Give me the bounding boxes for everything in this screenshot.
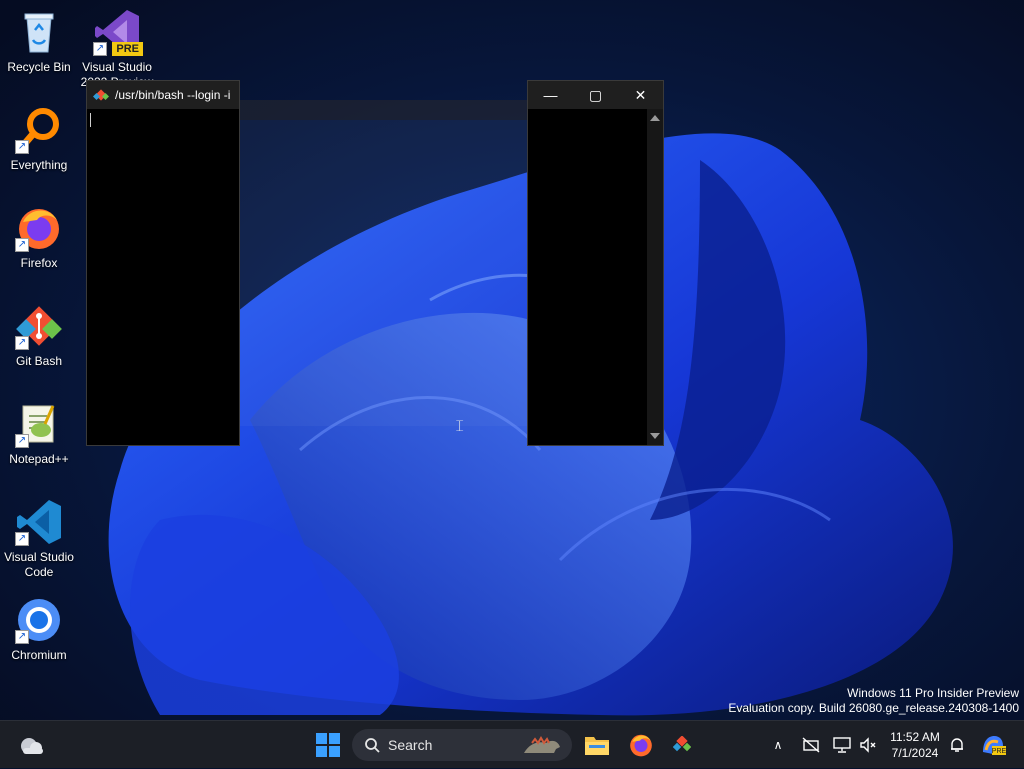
window-title: /usr/bin/bash --login -i xyxy=(115,88,231,102)
desktop-icon-chromium[interactable]: ↗ Chromium xyxy=(1,596,77,663)
window-ghost-titlebar xyxy=(240,100,527,120)
shortcut-arrow-icon: ↗ xyxy=(15,238,29,252)
svg-text:PRE: PRE xyxy=(992,748,1006,755)
minimize-icon: — xyxy=(543,87,558,103)
shortcut-arrow-icon: ↗ xyxy=(93,42,107,56)
maximize-icon: ▢ xyxy=(588,86,603,103)
display-button[interactable] xyxy=(830,721,854,769)
taskbar-firefox[interactable] xyxy=(624,721,658,769)
window-titlebar[interactable]: /usr/bin/bash --login -i xyxy=(87,81,239,109)
search-label: Search xyxy=(388,737,433,753)
desktop-icon-notepad-plus-plus[interactable]: ↗ Notepad++ xyxy=(1,400,77,467)
shortcut-arrow-icon: ↗ xyxy=(15,434,29,448)
git-bash-icon xyxy=(673,736,691,752)
shortcut-arrow-icon: ↗ xyxy=(15,532,29,546)
weather-widget-button[interactable] xyxy=(12,721,52,769)
monitor-icon xyxy=(833,737,851,753)
recycle-bin-icon xyxy=(24,13,54,53)
git-bash-window-icon xyxy=(93,89,109,101)
window-ghost-area xyxy=(240,120,527,426)
desktop-icon-git-bash[interactable]: ↗ Git Bash xyxy=(1,302,77,369)
watermark-line-2: Evaluation copy. Build 26080.ge_release.… xyxy=(728,701,1019,715)
desktop-icon-label: Visual Studio Code xyxy=(4,550,74,579)
desktop-icon-everything[interactable]: ↗ Everything xyxy=(1,106,77,173)
notifications-button[interactable] xyxy=(946,721,968,769)
vertical-scrollbar[interactable] xyxy=(647,109,663,445)
taskbar-file-explorer[interactable] xyxy=(580,721,614,769)
close-button[interactable]: ✕ xyxy=(618,81,663,109)
taskbar-git-bash[interactable] xyxy=(668,721,696,769)
show-hidden-icons-button[interactable]: ∧ xyxy=(766,721,790,769)
scroll-up-icon[interactable] xyxy=(650,115,660,121)
desktop-icon-label: Chromium xyxy=(11,648,67,662)
bash-terminal-window[interactable]: /usr/bin/bash --login -i xyxy=(86,80,240,446)
clock-date: 7/1/2024 xyxy=(891,746,939,760)
window-titlebar[interactable]: — ▢ ✕ xyxy=(528,81,663,109)
desktop-icon-label: Git Bash xyxy=(15,354,63,368)
terminal-window[interactable]: — ▢ ✕ xyxy=(527,80,664,446)
desktop-icon-visual-studio[interactable]: ↗ PRE Visual Studio 2022 Preview xyxy=(79,8,155,90)
minimize-button[interactable]: — xyxy=(528,81,573,109)
clock-time: 11:52 AM xyxy=(890,730,940,744)
copilot-icon: PRE xyxy=(983,736,1006,755)
desktop-icon-recycle-bin[interactable]: Recycle Bin xyxy=(1,8,77,75)
os-watermark: Windows 11 Pro Insider Preview Evaluatio… xyxy=(728,686,1019,716)
preview-badge: PRE xyxy=(112,42,143,56)
taskbar: Search ∧ 11:52 AM 7/1/2024 PRE xyxy=(0,720,1024,768)
network-status-button[interactable] xyxy=(798,721,824,769)
text-cursor-icon: 𝙸 xyxy=(454,418,466,435)
chevron-up-icon: ∧ xyxy=(773,738,783,752)
windows-logo-icon xyxy=(316,733,340,757)
weather-cloud-icon xyxy=(21,738,43,754)
maximize-button[interactable]: ▢ xyxy=(573,81,618,109)
speaker-muted-icon xyxy=(860,737,876,753)
bell-icon xyxy=(951,738,963,752)
taskbar-search-box[interactable]: Search xyxy=(352,729,572,761)
copilot-button[interactable]: PRE xyxy=(976,721,1010,769)
scroll-down-icon[interactable] xyxy=(650,433,660,439)
desktop-icon-label: Firefox xyxy=(20,256,58,270)
watermark-line-1: Windows 11 Pro Insider Preview xyxy=(847,686,1019,700)
no-network-icon xyxy=(802,737,820,753)
search-highlight-dinosaur-icon xyxy=(524,736,560,753)
desktop-icon-label: Everything xyxy=(10,158,68,172)
desktop-icon-label: Recycle Bin xyxy=(7,60,71,74)
search-icon xyxy=(365,738,380,753)
folder-icon xyxy=(585,737,609,755)
close-icon: ✕ xyxy=(634,86,647,103)
shortcut-arrow-icon: ↗ xyxy=(15,630,29,644)
shortcut-arrow-icon: ↗ xyxy=(15,336,29,350)
shortcut-arrow-icon: ↗ xyxy=(15,140,29,154)
firefox-icon xyxy=(630,734,652,757)
desktop-icon-label: Notepad++ xyxy=(9,452,69,466)
volume-button[interactable] xyxy=(856,721,880,769)
desktop-icon-vscode[interactable]: ↗ Visual Studio Code xyxy=(1,498,77,580)
terminal-caret xyxy=(90,113,91,127)
taskbar-clock[interactable]: 11:52 AM 7/1/2024 xyxy=(884,729,946,761)
start-button[interactable] xyxy=(310,721,346,769)
desktop-icon-firefox[interactable]: ↗ Firefox xyxy=(1,204,77,271)
